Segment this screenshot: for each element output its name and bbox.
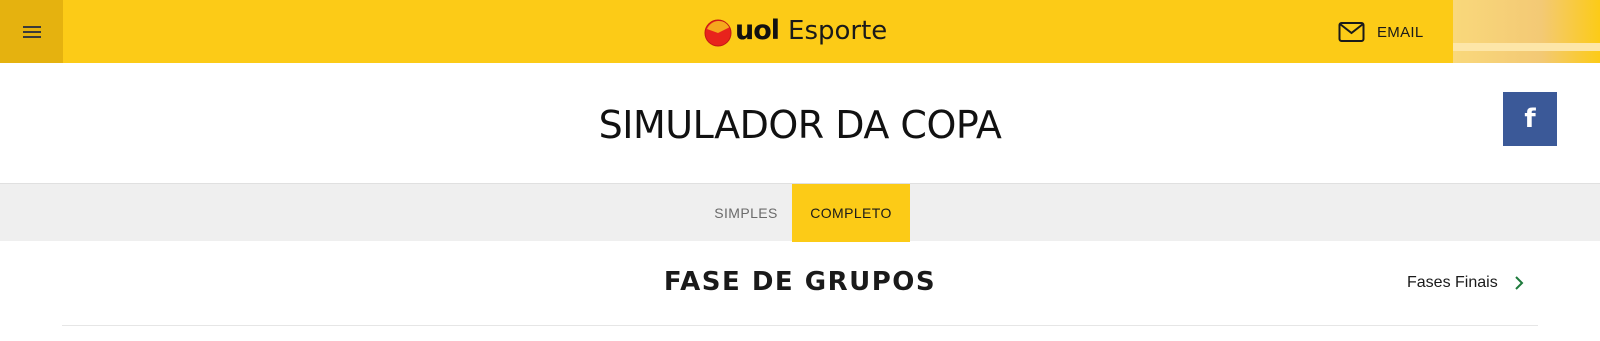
mode-tabs: SIMPLES COMPLETO	[0, 183, 1600, 242]
email-label: EMAIL	[1377, 23, 1424, 41]
hamburger-menu-icon	[22, 25, 41, 38]
tab-completo[interactable]: COMPLETO	[792, 184, 910, 242]
uol-logo-text: uol	[735, 14, 780, 46]
facebook-share-button[interactable]: f	[1503, 92, 1557, 146]
uol-ball-logo-icon	[704, 19, 732, 47]
section-name: Esporte	[788, 16, 888, 46]
header-ad-banner[interactable]	[1453, 0, 1600, 63]
section-divider	[62, 325, 1538, 326]
menu-button[interactable]	[0, 0, 63, 63]
chevron-right-icon	[1514, 276, 1524, 290]
top-navigation-bar: uol Esporte EMAIL	[0, 0, 1600, 63]
brand-logo-link[interactable]: uol Esporte	[703, 14, 887, 50]
phase-title: FASE DE GRUPOS	[663, 267, 937, 297]
email-link[interactable]: EMAIL	[1338, 19, 1424, 45]
envelope-icon	[1338, 22, 1365, 42]
ad-divider	[1453, 43, 1600, 51]
page-header: SIMULADOR DA COPA f	[0, 63, 1600, 183]
page-title: SIMULADOR DA COPA	[598, 103, 1002, 147]
phase-header: FASE DE GRUPOS Fases Finais	[0, 241, 1600, 341]
next-phase-link[interactable]: Fases Finais	[1407, 271, 1524, 295]
facebook-icon: f	[1524, 104, 1536, 134]
tab-simples[interactable]: SIMPLES	[700, 184, 792, 242]
next-phase-label: Fases Finais	[1407, 274, 1498, 291]
